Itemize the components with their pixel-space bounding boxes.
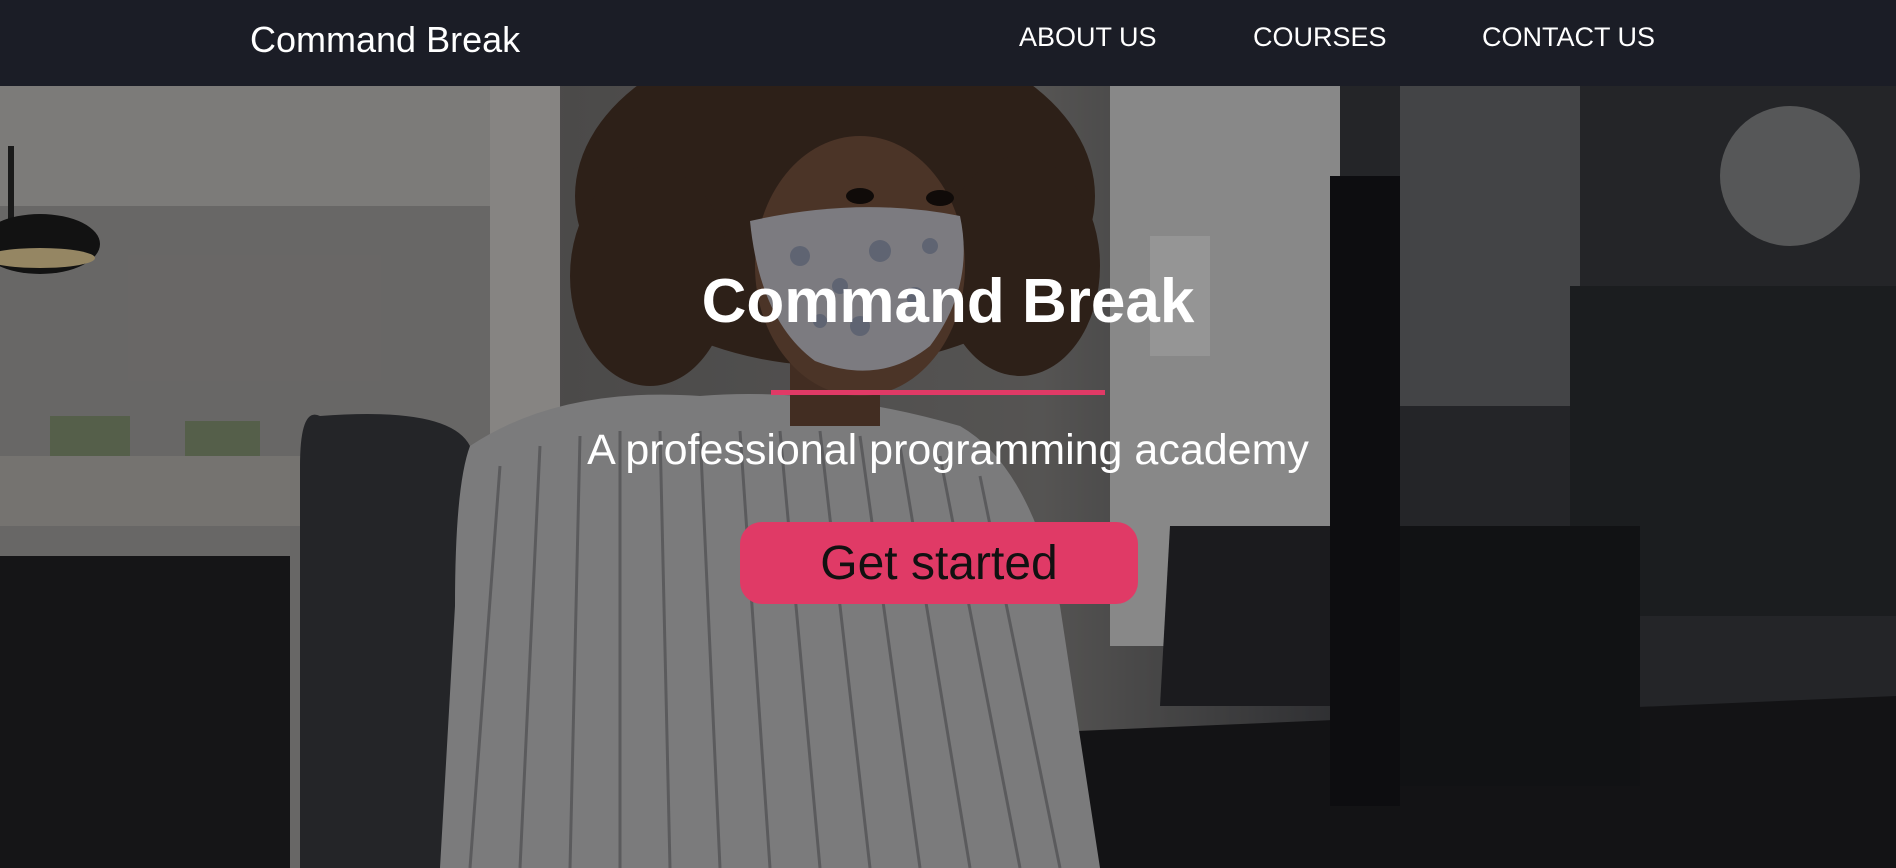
nav-link-courses[interactable]: COURSES xyxy=(1253,22,1387,53)
hero-title: Command Break xyxy=(701,267,1195,336)
hero-subtitle: A professional programming academy xyxy=(587,426,1309,474)
nav-link-contact-us[interactable]: CONTACT US xyxy=(1482,22,1655,53)
top-navbar: Command Break ABOUT US COURSES CONTACT U… xyxy=(0,0,1896,86)
hero-divider xyxy=(771,390,1105,395)
hero-dark-overlay xyxy=(0,86,1896,868)
brand-logo-link[interactable]: Command Break xyxy=(250,0,520,80)
hero-section: Command Break A professional programming… xyxy=(0,86,1896,868)
nav-link-about-us[interactable]: ABOUT US xyxy=(1019,22,1157,53)
get-started-button[interactable]: Get started xyxy=(740,522,1138,604)
